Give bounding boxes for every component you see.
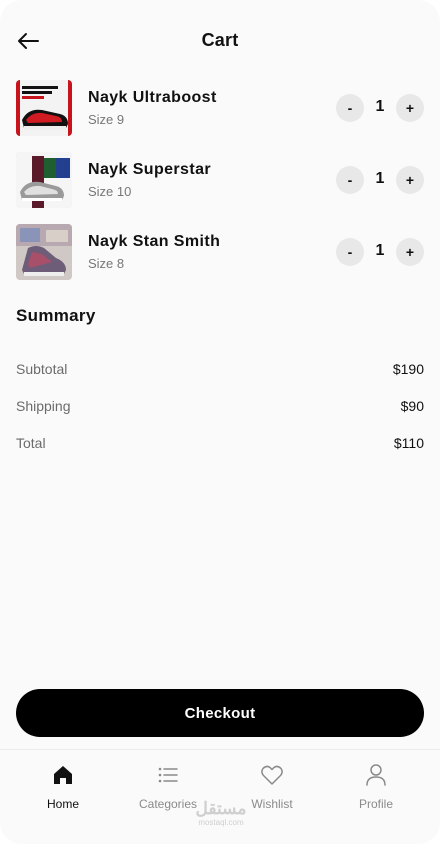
- product-size: Size 9: [88, 112, 125, 127]
- quantity-stepper: - 1 +: [336, 238, 424, 266]
- page-title: Cart: [201, 30, 239, 50]
- product-size: Size 10: [88, 184, 132, 199]
- cart-item: Nayk Stan Smith Size 8 - 1 +: [16, 224, 424, 282]
- user-icon: [364, 763, 388, 787]
- tab-profile[interactable]: Profile: [321, 750, 431, 820]
- decrease-quantity-button[interactable]: -: [336, 94, 364, 122]
- list-icon: [156, 763, 180, 787]
- header: Cart: [0, 0, 440, 80]
- product-thumbnail[interactable]: [16, 152, 72, 208]
- product-thumbnail[interactable]: [16, 80, 72, 136]
- product-name[interactable]: Nayk Stan Smith: [88, 233, 220, 251]
- watermark: مستقل mostaql.com: [186, 799, 256, 828]
- heart-icon: [260, 763, 284, 787]
- quantity-stepper: - 1 +: [336, 94, 424, 122]
- summary-title: Summary: [16, 306, 96, 325]
- quantity-stepper: - 1 +: [336, 166, 424, 194]
- total-row: Total $110: [16, 435, 424, 455]
- subtotal-label: Subtotal: [16, 361, 68, 377]
- total-label: Total: [16, 435, 46, 451]
- product-name[interactable]: Nayk Superstar: [88, 161, 211, 179]
- shipping-value: $90: [400, 398, 424, 414]
- product-thumbnail[interactable]: [16, 224, 72, 280]
- cart-item: Nayk Superstar Size 10 - 1 +: [16, 152, 424, 210]
- total-value: $110: [393, 435, 424, 451]
- cart-item: Nayk Ultraboost Size 9 - 1 +: [16, 80, 424, 138]
- bottom-tab-bar: Home Categories Wishlist Profile: [0, 749, 440, 844]
- tab-home[interactable]: Home: [8, 750, 118, 820]
- shipping-row: Shipping $90: [16, 398, 424, 418]
- shipping-label: Shipping: [16, 398, 71, 414]
- home-icon: [51, 763, 75, 787]
- tab-label: Profile: [358, 797, 393, 811]
- subtotal-value: $190: [392, 361, 424, 377]
- product-name[interactable]: Nayk Ultraboost: [88, 89, 217, 107]
- product-size: Size 8: [88, 256, 125, 271]
- increase-quantity-button[interactable]: +: [396, 238, 424, 266]
- watermark-text: مستقل: [195, 799, 247, 818]
- quantity-value: 1: [375, 170, 385, 187]
- subtotal-row: Subtotal $190: [16, 361, 424, 381]
- quantity-value: 1: [375, 242, 385, 259]
- increase-quantity-button[interactable]: +: [396, 94, 424, 122]
- cart-screen: Cart Nayk Ultraboost Size 9 - 1 + Nayk S…: [0, 0, 440, 844]
- checkout-button[interactable]: Checkout: [16, 689, 424, 737]
- watermark-url: mostaql.com: [198, 818, 244, 827]
- decrease-quantity-button[interactable]: -: [336, 238, 364, 266]
- quantity-value: 1: [375, 98, 385, 115]
- increase-quantity-button[interactable]: +: [396, 166, 424, 194]
- decrease-quantity-button[interactable]: -: [336, 166, 364, 194]
- tab-label: Home: [46, 797, 79, 811]
